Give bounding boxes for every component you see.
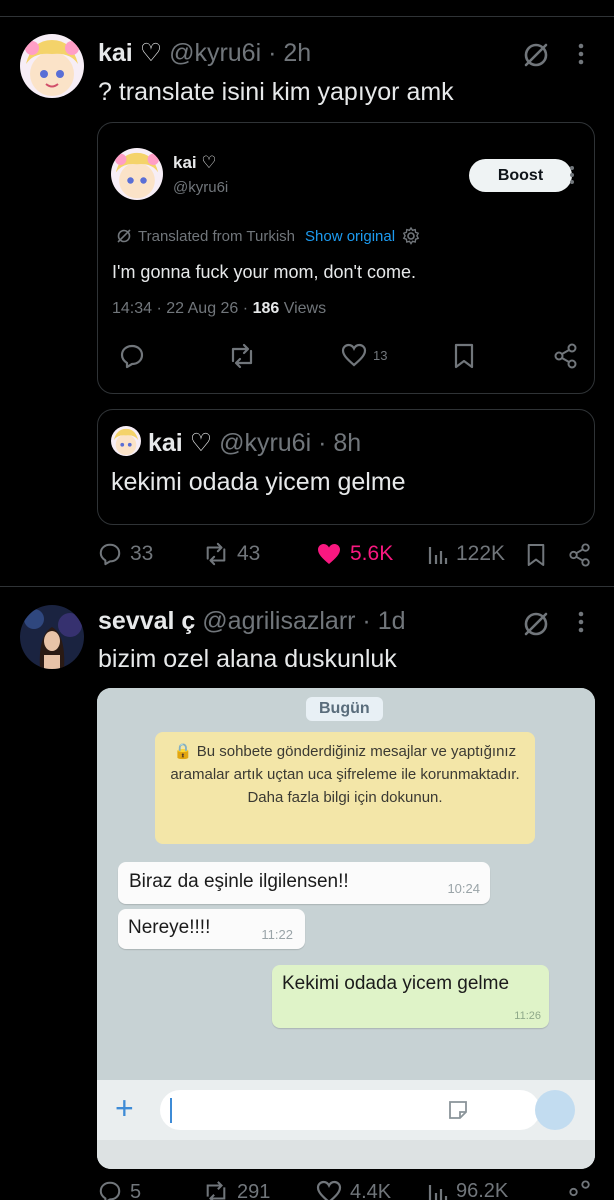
quoted-post-2[interactable]: kai ♡ @kyru6i · 8h kekimi odada yicem ge… <box>97 409 595 525</box>
bookmark-icon[interactable] <box>526 543 546 567</box>
media-image[interactable]: Bugün 🔒 Bu sohbete gönderdiğiniz mesajla… <box>97 688 595 1169</box>
more-icon[interactable] <box>577 42 585 66</box>
reply-count: 5 <box>130 1180 142 1200</box>
message-time: 11:26 <box>514 1010 541 1022</box>
quote2-timestamp[interactable]: 8h <box>333 429 361 457</box>
quote2-text: kekimi odada yicem gelme <box>111 468 406 496</box>
quote-heart-icon <box>341 343 367 367</box>
repost-count: 43 <box>237 542 261 565</box>
sticker-icon <box>449 1101 467 1119</box>
quote-like-count: 13 <box>373 347 388 363</box>
reply-count: 33 <box>130 542 154 565</box>
separator: · <box>362 607 371 635</box>
avatar[interactable] <box>20 605 84 669</box>
message-time: 10:24 <box>447 881 480 896</box>
quote2-avatar[interactable] <box>111 426 141 456</box>
settings-gear-icon[interactable] <box>401 226 421 246</box>
translation-row: Translated from Turkish Show original <box>116 226 421 246</box>
quote2-author-name[interactable]: kai ♡ <box>148 429 212 457</box>
tweet-divider <box>0 586 614 587</box>
author-handle[interactable]: @kyru6i <box>169 39 261 67</box>
quote-bookmark-icon[interactable] <box>453 343 475 369</box>
more-icon[interactable] <box>577 610 585 634</box>
like-button[interactable]: 5.6K <box>316 542 393 566</box>
quote-reply-icon[interactable] <box>119 343 145 369</box>
mic-icon <box>535 1090 575 1130</box>
author-name[interactable]: kai ♡ <box>98 39 162 67</box>
views-chart-icon <box>428 1184 448 1200</box>
incoming-message: Nereye!!!! 11:22 <box>118 909 305 949</box>
chat-input-bar: + <box>97 1080 595 1140</box>
like-button[interactable]: 4.4K <box>316 1180 391 1200</box>
message-time: 11:22 <box>261 927 293 942</box>
timestamp[interactable]: 1d <box>378 607 406 635</box>
repost-button[interactable]: 291 <box>203 1180 270 1200</box>
repost-button[interactable]: 43 <box>203 542 260 566</box>
message-text: Biraz da eşinle ilgilensen!! <box>129 871 349 892</box>
quote-body-text: I'm gonna fuck your mom, don't come. <box>112 262 417 282</box>
tweet-header: kai ♡ @kyru6i · 2h <box>98 38 311 68</box>
reply-icon <box>99 1181 121 1200</box>
quote-author-handle[interactable]: @kyru6i <box>173 179 228 196</box>
quote2-header: kai ♡ @kyru6i · 8h <box>148 428 361 458</box>
chat-bottom-bar <box>97 1140 595 1169</box>
separator: · <box>268 39 277 67</box>
encryption-notice: 🔒 Bu sohbete gönderdiğiniz mesajlar ve y… <box>155 732 535 844</box>
reply-button[interactable]: 5 <box>98 1180 141 1200</box>
incoming-message: Biraz da eşinle ilgilensen!! 10:24 <box>118 862 490 904</box>
translate-icon <box>117 229 131 243</box>
avatar[interactable] <box>20 34 84 98</box>
views-count: 96.2K <box>456 1180 509 1200</box>
message-text: Nereye!!!! <box>128 917 211 938</box>
quote-views-label: Views <box>283 300 327 317</box>
plus-icon: + <box>115 1090 134 1126</box>
separator: · <box>318 429 327 457</box>
views-button[interactable]: 122K <box>428 542 505 566</box>
grok-icon[interactable] <box>521 609 551 639</box>
author-handle[interactable]: @agrilisazlarr <box>202 607 355 635</box>
chat-text-field <box>160 1090 540 1130</box>
quote-avatar[interactable] <box>111 148 163 200</box>
like-count: 4.4K <box>350 1180 392 1200</box>
tweet-header: sevval ç @agrilisazlarr · 1d <box>98 607 406 636</box>
quote-more-icon[interactable] <box>569 165 575 185</box>
top-divider <box>0 16 614 17</box>
quote-date[interactable]: 14:34 · 22 Aug 26 · <box>112 300 248 317</box>
translated-from-label: Translated from Turkish <box>138 227 295 245</box>
tweet-text: bizim ozel alana duskunluk <box>98 645 397 673</box>
repost-icon <box>206 1181 226 1200</box>
share-icon[interactable] <box>568 1180 592 1200</box>
repost-count: 291 <box>237 1180 271 1200</box>
boost-button[interactable]: Boost <box>469 159 572 192</box>
date-chip: Bugün <box>306 697 383 721</box>
outgoing-message: Kekimi odada yicem gelme 11:26 <box>272 965 549 1028</box>
views-button[interactable]: 96.2K <box>428 1180 508 1200</box>
message-text: Kekimi odada yicem gelme <box>282 973 510 994</box>
reply-icon <box>99 543 121 566</box>
quote-repost-icon[interactable] <box>228 343 256 369</box>
quote-share-icon[interactable] <box>553 343 579 369</box>
quoted-post[interactable]: kai ♡ @kyru6i Boost Translated from Turk… <box>97 122 595 394</box>
author-name[interactable]: sevval ç <box>98 607 195 635</box>
like-count: 5.6K <box>350 542 394 565</box>
text-caret <box>170 1098 172 1123</box>
tweet-text: ? translate isini kim yapıyor amk <box>98 78 454 106</box>
share-icon[interactable] <box>568 543 592 567</box>
quote-meta: 14:34 · 22 Aug 26 · 186 Views <box>112 300 326 318</box>
show-original-link[interactable]: Show original <box>305 228 395 245</box>
quote-like[interactable]: 13 <box>341 343 387 367</box>
quote-views-count: 186 <box>252 300 280 317</box>
repost-icon <box>206 542 226 566</box>
views-chart-icon <box>428 547 448 564</box>
quote2-handle[interactable]: @kyru6i <box>219 429 311 457</box>
grok-icon[interactable] <box>521 40 551 70</box>
heart-filled-icon <box>318 544 340 564</box>
views-count: 122K <box>456 542 506 565</box>
heart-icon <box>316 1180 342 1200</box>
timestamp[interactable]: 2h <box>283 39 311 67</box>
quote-author-name[interactable]: kai ♡ <box>173 153 217 173</box>
reply-button[interactable]: 33 <box>98 542 153 566</box>
